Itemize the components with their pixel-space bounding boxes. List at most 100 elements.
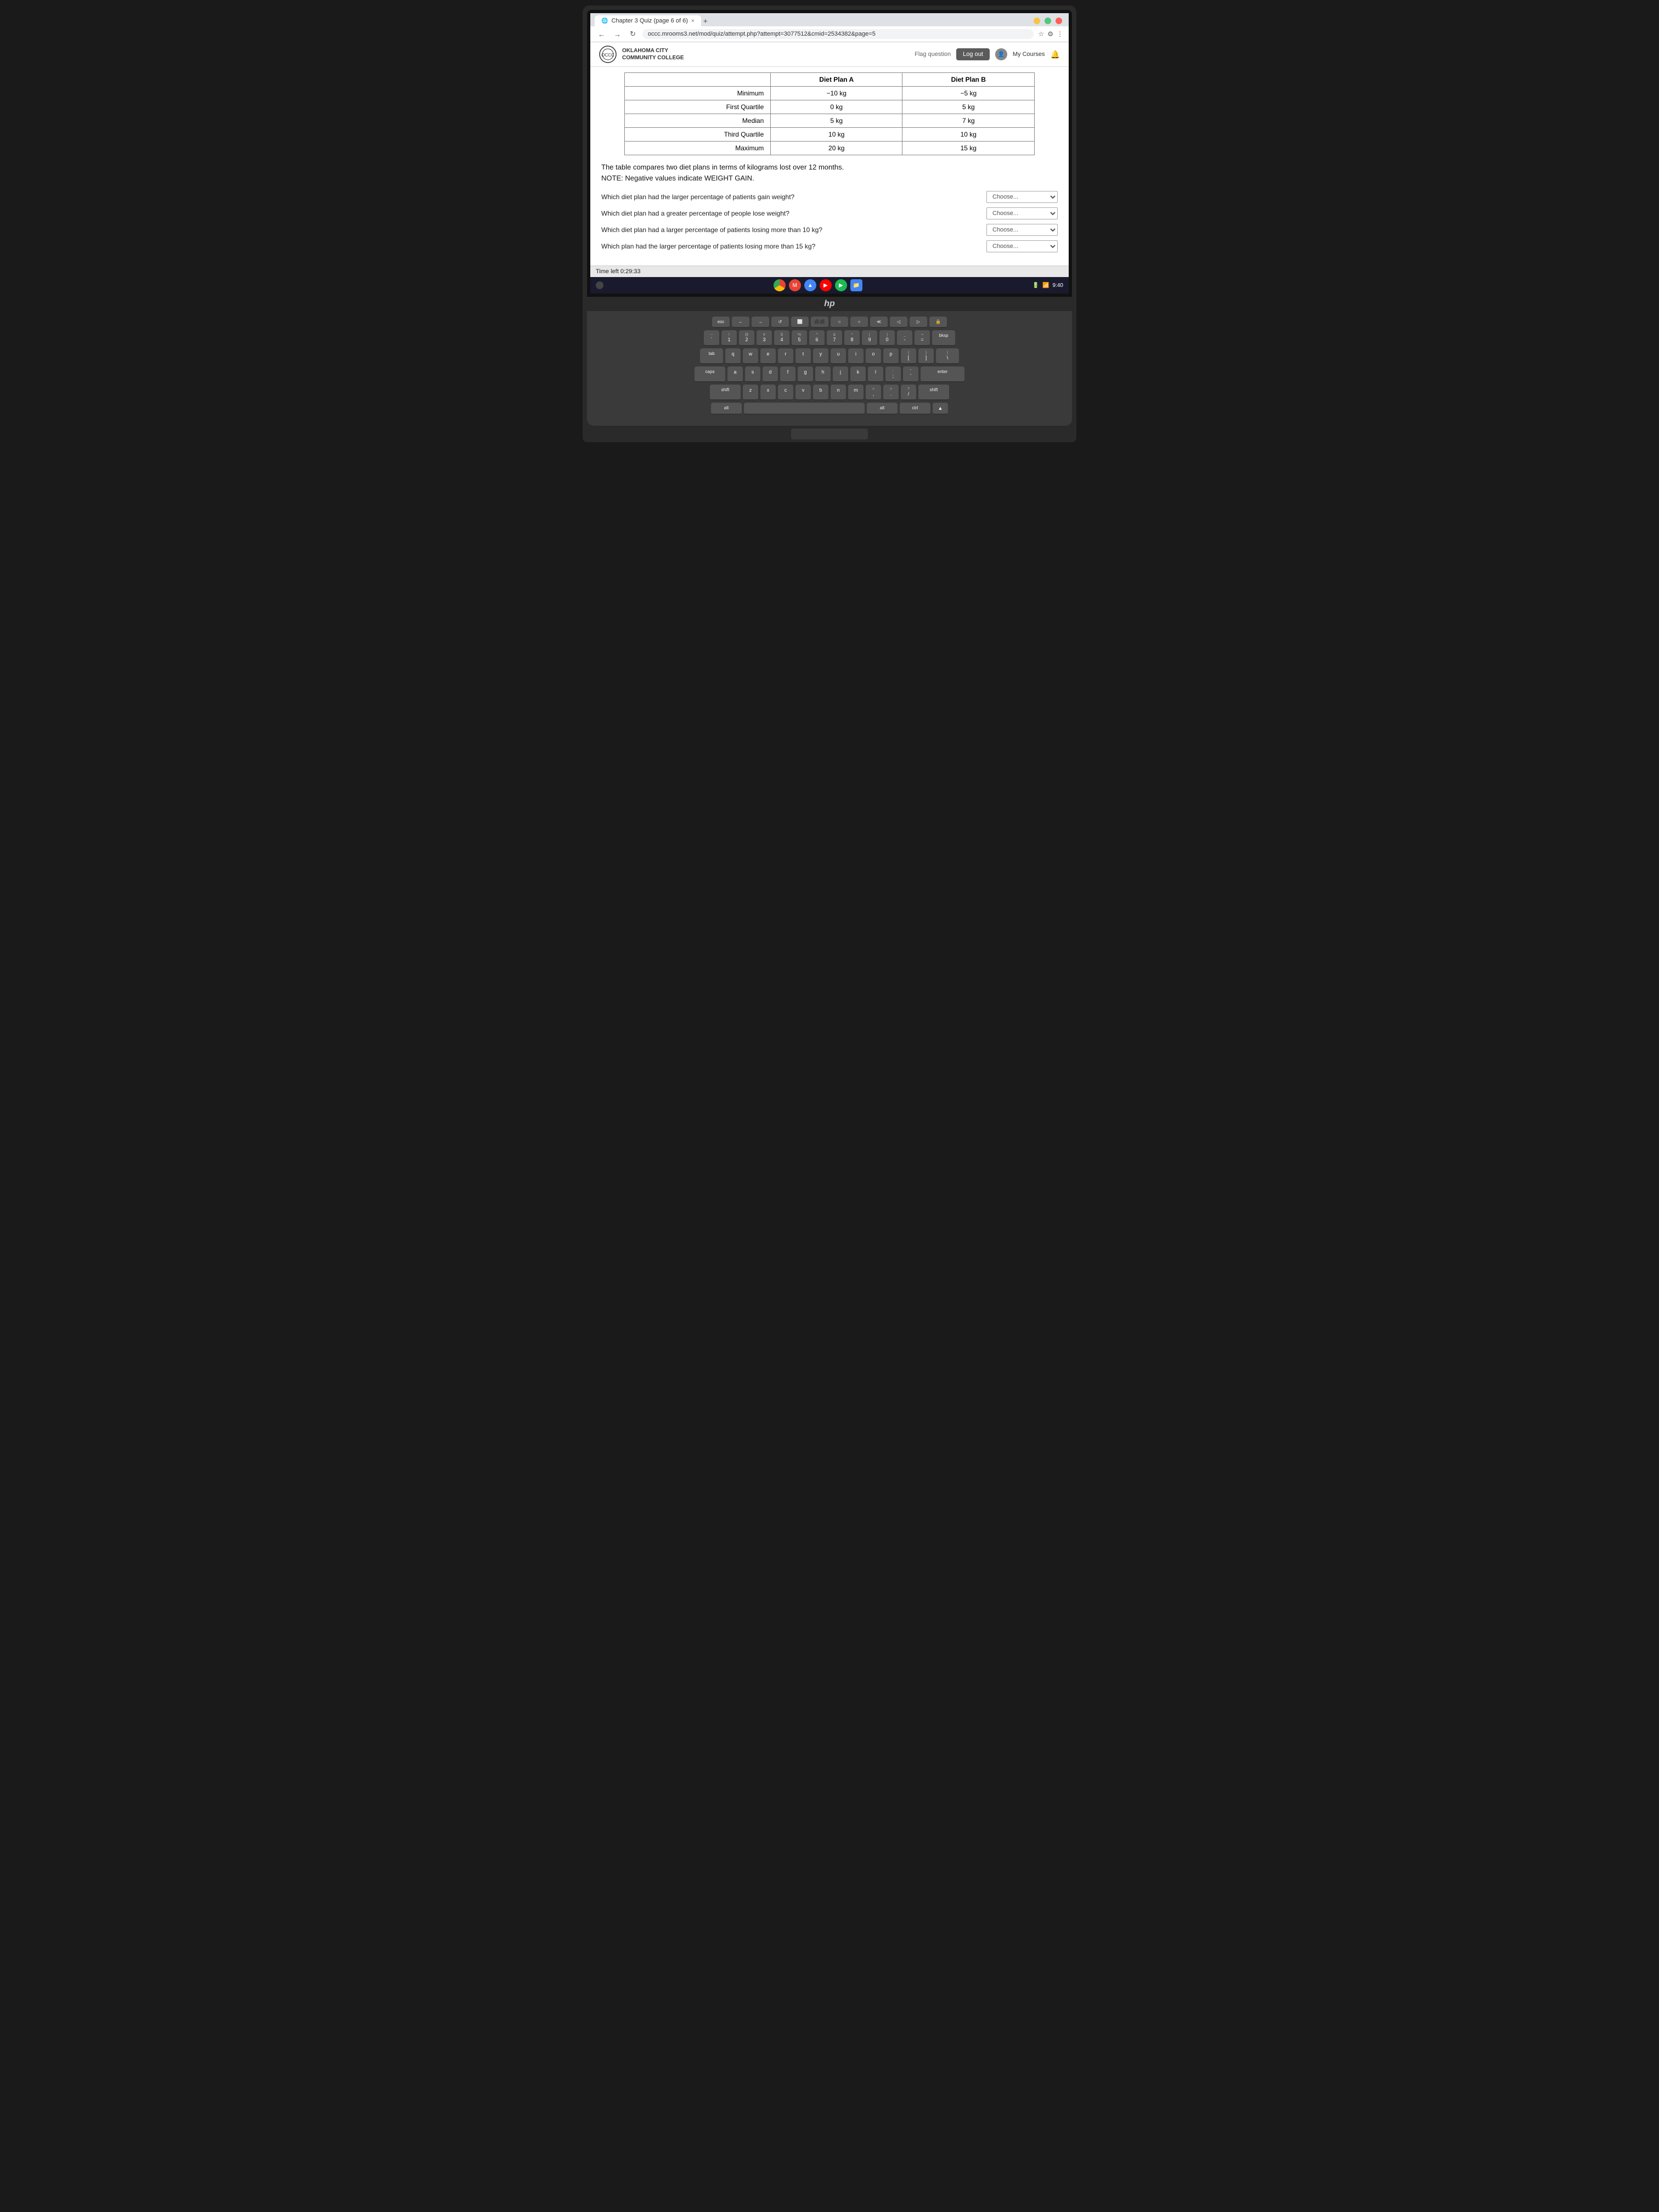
- key-k[interactable]: k: [850, 366, 866, 382]
- menu-icon[interactable]: ⋮: [1057, 30, 1063, 38]
- key-8[interactable]: *8: [844, 330, 860, 346]
- youtube-icon[interactable]: ▶: [820, 279, 832, 291]
- key-shift-right[interactable]: shift: [918, 385, 949, 400]
- key-equals[interactable]: +=: [915, 330, 930, 346]
- key-backspace[interactable]: bksp: [932, 330, 955, 346]
- gmail-icon[interactable]: M: [789, 279, 801, 291]
- key-fwd[interactable]: →: [752, 317, 769, 328]
- key-tab[interactable]: tab: [700, 348, 723, 364]
- key-semicolon[interactable]: :;: [885, 366, 901, 382]
- key-i[interactable]: i: [848, 348, 864, 364]
- key-o[interactable]: o: [866, 348, 881, 364]
- flag-question-link[interactable]: Flag question: [915, 51, 951, 58]
- key-l[interactable]: l: [868, 366, 883, 382]
- new-tab-button[interactable]: +: [703, 16, 708, 25]
- key-bright-up[interactable]: ○: [850, 317, 868, 328]
- key-vol-down[interactable]: ◁: [890, 317, 907, 328]
- key-arrow-up[interactable]: ▲: [933, 403, 948, 415]
- key-2[interactable]: @2: [739, 330, 754, 346]
- back-button[interactable]: ←: [596, 29, 607, 40]
- log-out-button[interactable]: Log out: [956, 48, 990, 60]
- key-slash[interactable]: ?/: [901, 385, 916, 400]
- key-d[interactable]: d: [763, 366, 778, 382]
- key-quote[interactable]: "': [903, 366, 918, 382]
- window-close-btn[interactable]: [1056, 18, 1062, 24]
- key-minus[interactable]: _-: [897, 330, 912, 346]
- key-c[interactable]: c: [778, 385, 793, 400]
- key-p[interactable]: p: [883, 348, 899, 364]
- key-r[interactable]: r: [778, 348, 793, 364]
- star-icon[interactable]: ☆: [1038, 30, 1044, 38]
- key-7[interactable]: &7: [827, 330, 842, 346]
- key-comma[interactable]: <,: [866, 385, 881, 400]
- key-refresh[interactable]: ↺: [771, 317, 789, 328]
- window-minimize-btn[interactable]: [1034, 18, 1040, 24]
- answer-select-q1[interactable]: Choose...Diet Plan ADiet Plan B: [986, 191, 1058, 203]
- key-0[interactable]: )0: [879, 330, 895, 346]
- key-fullscreen[interactable]: ⬜: [791, 317, 809, 328]
- key-g[interactable]: g: [798, 366, 813, 382]
- key-9[interactable]: (9: [862, 330, 877, 346]
- key-esc[interactable]: esc: [712, 317, 730, 328]
- key-lbracket[interactable]: {[: [901, 348, 916, 364]
- key-q[interactable]: q: [725, 348, 741, 364]
- key-back[interactable]: ←: [732, 317, 749, 328]
- key-enter[interactable]: enter: [921, 366, 964, 382]
- tab-close-btn[interactable]: ×: [691, 18, 695, 24]
- table-cell-plan-b: −5 kg: [902, 87, 1035, 100]
- key-backslash[interactable]: |\: [936, 348, 959, 364]
- extension-icon[interactable]: ⚙: [1047, 30, 1053, 38]
- key-v[interactable]: v: [795, 385, 811, 400]
- key-ctrl-right[interactable]: ctrl: [900, 403, 930, 415]
- key-windows[interactable]: ⬛⬛: [811, 317, 828, 328]
- key-rbracket[interactable]: }]: [918, 348, 934, 364]
- answer-select-q3[interactable]: Choose...Diet Plan ADiet Plan B: [986, 224, 1058, 236]
- key-z[interactable]: z: [743, 385, 758, 400]
- key-u[interactable]: u: [831, 348, 846, 364]
- key-spacebar[interactable]: [744, 403, 865, 415]
- key-a[interactable]: a: [727, 366, 743, 382]
- key-shift-left[interactable]: shift: [710, 385, 741, 400]
- key-mute[interactable]: ≪: [870, 317, 888, 328]
- key-5[interactable]: %5: [792, 330, 807, 346]
- active-tab[interactable]: 🌐 Chapter 3 Quiz (page 6 of 6) ×: [595, 15, 701, 26]
- drive-icon[interactable]: ▲: [804, 279, 816, 291]
- record-icon[interactable]: [596, 281, 603, 289]
- forward-button[interactable]: →: [612, 29, 623, 40]
- key-4[interactable]: $4: [774, 330, 789, 346]
- key-backtick[interactable]: ~`: [704, 330, 719, 346]
- key-f[interactable]: f: [780, 366, 795, 382]
- refresh-button[interactable]: ↻: [628, 29, 638, 40]
- key-vol-up[interactable]: ▷: [910, 317, 927, 328]
- answer-select-q4[interactable]: Choose...Diet Plan ADiet Plan B: [986, 240, 1058, 252]
- key-e[interactable]: e: [760, 348, 776, 364]
- chrome-icon[interactable]: [774, 279, 786, 291]
- key-w[interactable]: w: [743, 348, 758, 364]
- key-j[interactable]: j: [833, 366, 848, 382]
- key-s[interactable]: s: [745, 366, 760, 382]
- window-maximize-btn[interactable]: [1045, 18, 1051, 24]
- files-icon[interactable]: 📁: [850, 279, 862, 291]
- url-input[interactable]: [642, 29, 1034, 39]
- key-caps[interactable]: caps: [695, 366, 725, 382]
- answer-select-q2[interactable]: Choose...Diet Plan ADiet Plan B: [986, 207, 1058, 219]
- key-x[interactable]: x: [760, 385, 776, 400]
- key-alt-left[interactable]: alt: [711, 403, 742, 415]
- key-t[interactable]: t: [795, 348, 811, 364]
- key-h[interactable]: h: [815, 366, 831, 382]
- key-b[interactable]: b: [813, 385, 828, 400]
- key-bright-down[interactable]: ○: [831, 317, 848, 328]
- my-courses-button[interactable]: My Courses: [1013, 51, 1045, 58]
- touchpad[interactable]: [791, 428, 868, 439]
- key-y[interactable]: y: [813, 348, 828, 364]
- key-period[interactable]: >.: [883, 385, 899, 400]
- play-icon[interactable]: ▶: [835, 279, 847, 291]
- key-m[interactable]: m: [848, 385, 864, 400]
- key-lock[interactable]: 🔒: [929, 317, 947, 328]
- key-3[interactable]: #3: [757, 330, 772, 346]
- notification-bell-icon[interactable]: 🔔: [1051, 50, 1060, 59]
- key-1[interactable]: !1: [721, 330, 737, 346]
- key-alt-right[interactable]: alt: [867, 403, 898, 415]
- key-6[interactable]: ^6: [809, 330, 825, 346]
- key-n[interactable]: n: [831, 385, 846, 400]
